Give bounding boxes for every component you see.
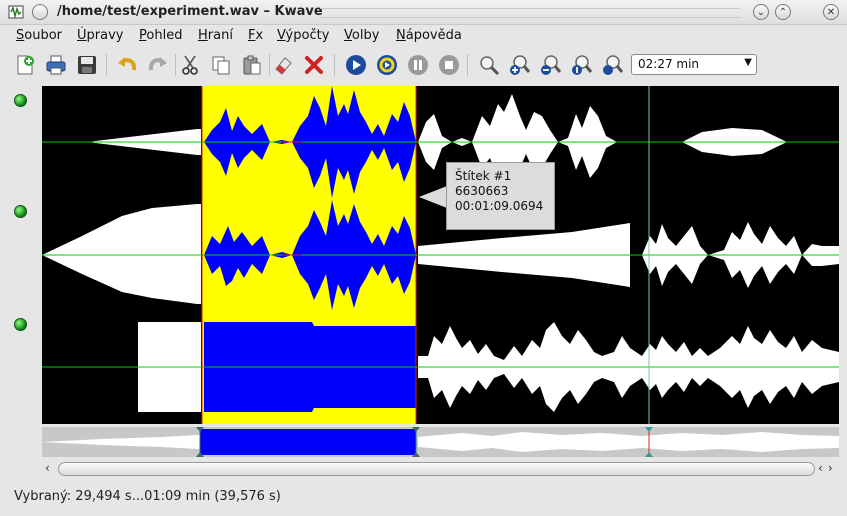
channel-1-enable-led[interactable] [14,94,27,107]
window-title: /home/test/experiment.wav – Kwave [57,4,323,19]
overview-selection[interactable] [200,429,416,455]
menu-upravy[interactable]: Úpravy [77,28,123,43]
channel-2-enable-led[interactable] [14,205,27,218]
signal-view[interactable] [42,86,839,424]
copy-icon[interactable] [208,52,234,78]
new-file-icon[interactable] [12,52,38,78]
toolbar-separator [175,54,176,76]
play-icon[interactable] [343,52,369,78]
kwave-app-icon[interactable] [8,4,24,20]
overview-bar[interactable] [42,427,839,457]
toolbar-separator [106,54,107,76]
zoom-select[interactable]: 02:27 min ▼ [631,54,757,75]
tooltip-label-name: Štítek #1 [455,169,512,183]
delete-icon[interactable] [301,52,327,78]
zoom-selection-icon[interactable] [476,52,502,78]
title-decoration [320,8,740,18]
zoom-out-icon[interactable] [538,52,564,78]
menu-bar: Soubor Úpravy Pohled Hraní Fx Výpočty Vo… [0,26,847,48]
chevron-down-icon: ▼ [744,57,752,68]
tooltip-time-position: 00:01:09.0694 [455,199,544,213]
menu-napoveda[interactable]: Nápověda [396,28,462,43]
horizontal-scrollbar[interactable]: ‹ ‹ › [42,460,839,478]
maximize-button[interactable]: ⌃ [775,4,791,20]
close-button[interactable]: ✕ [823,4,839,20]
scrollbar-handle[interactable] [58,462,815,476]
scroll-right-icon[interactable]: › [828,461,833,475]
zoom-select-value: 02:27 min [638,57,700,71]
toolbar-separator [334,54,335,76]
menu-vypocty[interactable]: Výpočty [277,28,329,43]
undo-icon[interactable] [114,52,140,78]
save-icon[interactable] [74,52,100,78]
scroll-left-icon[interactable]: ‹ [45,461,50,475]
zoom-all-icon[interactable] [600,52,626,78]
window-menu-button[interactable] [32,4,48,20]
zoom-in-icon[interactable] [507,52,533,78]
tooltip-pointer [419,186,447,208]
menu-volby[interactable]: Volby [344,28,379,43]
label-tooltip: Štítek #1 6630663 00:01:09.0694 [446,162,555,230]
paste-icon[interactable] [239,52,265,78]
status-text: Vybraný: 29,494 s...01:09 min (39,576 s) [14,489,281,504]
print-icon[interactable] [43,52,69,78]
menu-pohled[interactable]: Pohled [139,28,182,43]
waveform-canvas [42,86,839,424]
redo-icon[interactable] [145,52,171,78]
scroll-left-icon-right[interactable]: ‹ [818,461,823,475]
tooltip-sample-position: 6630663 [455,184,509,198]
stop-icon[interactable] [436,52,462,78]
loop-icon[interactable] [374,52,400,78]
title-bar: /home/test/experiment.wav – Kwave ⌄ ⌃ ✕ [0,0,847,25]
channel-led-column [0,86,40,426]
menu-hrani[interactable]: Hraní [198,28,233,43]
toolbar-separator [467,54,468,76]
cut-icon[interactable] [177,52,203,78]
menu-fx[interactable]: Fx [248,28,263,43]
pause-icon[interactable] [405,52,431,78]
channel-3-enable-led[interactable] [14,318,27,331]
menu-soubor[interactable]: Soubor [16,28,62,43]
overview-canvas [42,427,839,457]
channel-2-wave-left [42,204,201,304]
erase-icon[interactable] [270,52,296,78]
minimize-button[interactable]: ⌄ [753,4,769,20]
zoom-normal-icon[interactable] [569,52,595,78]
